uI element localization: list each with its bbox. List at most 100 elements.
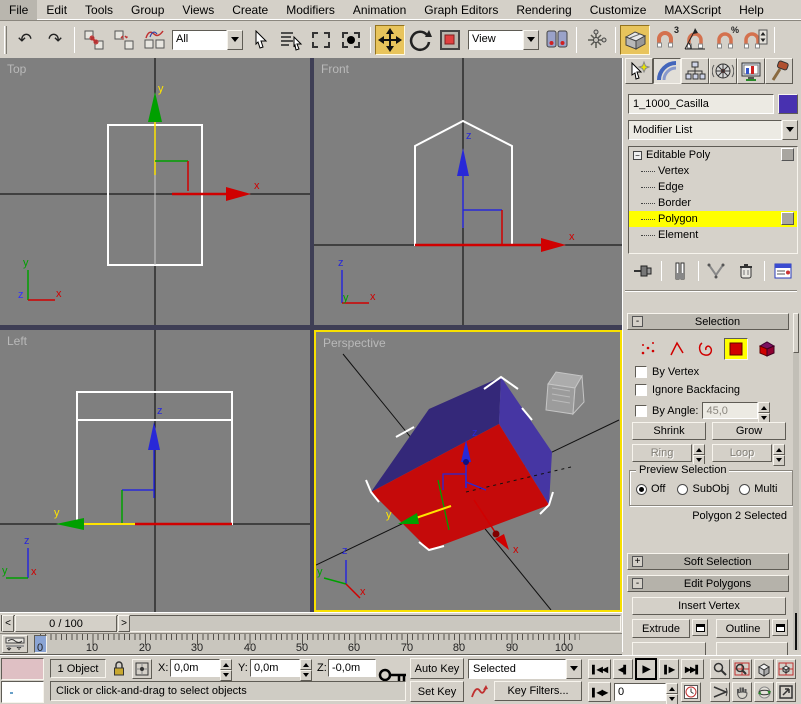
previous-frame-slider-button[interactable]: < [2,615,14,632]
bind-to-space-warp-button[interactable] [139,25,169,55]
current-frame-field[interactable]: 0 [614,683,666,701]
select-and-link-button[interactable] [79,25,109,55]
absolute-offset-mode-toggle[interactable] [132,659,152,679]
viewport-front[interactable]: z x z y x Front [314,58,622,325]
border-mode-button[interactable] [695,339,717,359]
object-name-field[interactable]: 1_1000_Casilla [628,94,774,114]
menu-help[interactable]: Help [730,0,773,20]
snaps-toggle-button[interactable] [620,24,650,55]
tab-hierarchy[interactable] [681,58,709,84]
preview-off-radio[interactable] [636,483,647,495]
arc-rotate-button[interactable] [754,682,774,702]
menu-edit[interactable]: Edit [37,0,76,20]
menu-group[interactable]: Group [122,0,173,20]
menu-animation[interactable]: Animation [344,0,415,20]
ring-spinner[interactable] [693,444,705,466]
go-to-start-button[interactable]: ▌◀◀ [588,659,611,679]
viewport-perspective-label[interactable]: Perspective [323,336,386,350]
spinner-snap-button[interactable] [740,25,770,55]
key-mode-toggle-button[interactable]: ▌◀▶ [588,682,611,702]
select-by-name-button[interactable] [276,25,306,55]
menu-tools[interactable]: Tools [76,0,122,20]
key-filters-button[interactable]: Key Filters... [494,681,582,701]
by-vertex-row[interactable]: By Vertex [635,366,699,378]
tab-utilities[interactable] [765,58,793,84]
shrink-button[interactable]: Shrink [632,422,706,440]
partially-visible-button[interactable] [632,642,706,656]
select-and-scale-button[interactable] [435,25,465,55]
object-color-swatch[interactable] [778,94,798,114]
viewport-left-label[interactable]: Left [7,334,27,348]
by-vertex-checkbox[interactable] [635,366,647,378]
unlink-selection-button[interactable] [109,25,139,55]
panel-scrollbar[interactable] [793,313,799,650]
next-frame-button[interactable]: ▌▶ [659,659,679,679]
viewport-top-label[interactable]: Top [7,62,26,76]
stack-polygon-state-icon[interactable] [781,212,794,225]
modifier-list-dropdown-button[interactable] [782,120,798,140]
zoom-button[interactable] [710,659,730,679]
tab-create[interactable] [625,58,653,84]
select-and-move-button[interactable] [375,24,405,55]
outline-button[interactable]: Outline [716,619,770,638]
zoom-extents-all-button[interactable] [776,659,796,679]
field-of-view-button[interactable] [710,682,730,702]
menu-rendering[interactable]: Rendering [507,0,580,20]
selection-filter-combo[interactable]: All [172,29,243,50]
coordinate-system-dropdown-button[interactable] [523,29,539,50]
make-unique-button[interactable] [704,260,728,282]
ignore-backfacing-row[interactable]: Ignore Backfacing [635,384,740,396]
loop-spinner[interactable] [773,444,785,466]
menu-views[interactable]: Views [173,0,223,20]
panel-scrollbar-thumb[interactable] [793,313,799,353]
stack-root-state-icon[interactable] [781,148,794,161]
menu-modifiers[interactable]: Modifiers [277,0,344,20]
edit-polygons-rollout-header[interactable]: - Edit Polygons [627,575,789,592]
reference-coordinate-system-combo[interactable]: View [468,29,539,50]
tab-modify[interactable] [653,58,681,84]
menu-file[interactable]: File [0,0,38,20]
rectangular-selection-region-button[interactable] [306,25,336,55]
snaps-3d-button[interactable]: 3 [650,25,680,55]
pan-button[interactable] [732,682,752,702]
select-and-manipulate-button[interactable] [581,25,611,55]
stack-row-editable-poly[interactable]: − Editable Poly [629,147,797,163]
auto-key-button[interactable]: Auto Key [410,658,464,679]
stack-row-element[interactable]: Element [629,227,797,243]
menu-maxscript[interactable]: MAXScript [655,0,730,20]
x-spinner[interactable] [220,659,232,681]
maxscript-listener-field[interactable] [1,681,44,703]
modifier-list-combo[interactable]: Modifier List [628,120,798,140]
outline-settings-button[interactable] [772,619,788,636]
play-button[interactable]: ▶ [635,658,657,680]
grow-button[interactable]: Grow [712,422,786,440]
y-coordinate-field[interactable]: 0,0m [250,659,300,677]
menu-create[interactable]: Create [223,0,277,20]
macro-recorder-field[interactable] [1,658,44,680]
collapse-icon[interactable]: - [632,316,643,327]
time-slider-handle[interactable]: 0 / 100 [15,615,117,632]
track-bar[interactable]: 0 10 20 30 40 50 60 70 80 90 100 [0,633,622,655]
stack-row-vertex[interactable]: Vertex [629,163,797,179]
stack-row-edge[interactable]: Edge [629,179,797,195]
stack-row-border[interactable]: Border [629,195,797,211]
tab-display[interactable] [737,58,765,84]
zoom-all-button[interactable] [732,659,752,679]
previous-frame-button[interactable]: ◀▌ [613,659,633,679]
z-coordinate-field[interactable]: -0,0m [328,659,376,677]
key-filter-dropdown-button[interactable] [566,659,582,679]
use-pivot-point-center-button[interactable] [542,25,572,55]
insert-vertex-button[interactable]: Insert Vertex [632,597,786,615]
by-angle-checkbox[interactable] [635,404,647,417]
ignore-backfacing-checkbox[interactable] [635,384,647,396]
select-object-button[interactable] [246,25,276,55]
remove-modifier-button[interactable] [734,260,758,282]
preview-multi-radio[interactable] [739,483,751,495]
selection-filter-dropdown-button[interactable] [227,29,243,50]
polygon-mode-button-active[interactable] [724,338,748,360]
frame-spinner[interactable] [666,683,678,704]
viewport-left[interactable]: z y z y x Left [0,330,310,612]
set-key-button[interactable]: Set Key [410,681,464,702]
viewport-perspective[interactable]: z y x z y x Perspective [314,330,622,612]
show-end-result-button[interactable] [668,260,692,282]
